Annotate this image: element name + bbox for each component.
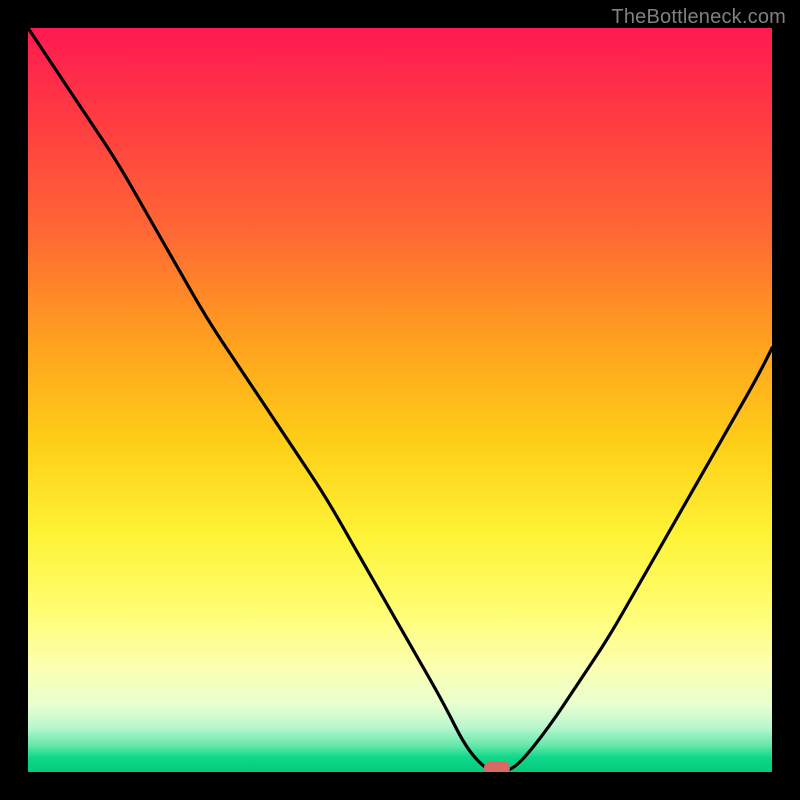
watermark-text: TheBottleneck.com — [611, 6, 786, 29]
curve-path — [28, 28, 772, 772]
plot-area — [28, 28, 772, 772]
chart-container: TheBottleneck.com — [0, 0, 800, 800]
min-marker — [484, 761, 510, 772]
bottleneck-curve — [28, 28, 772, 772]
